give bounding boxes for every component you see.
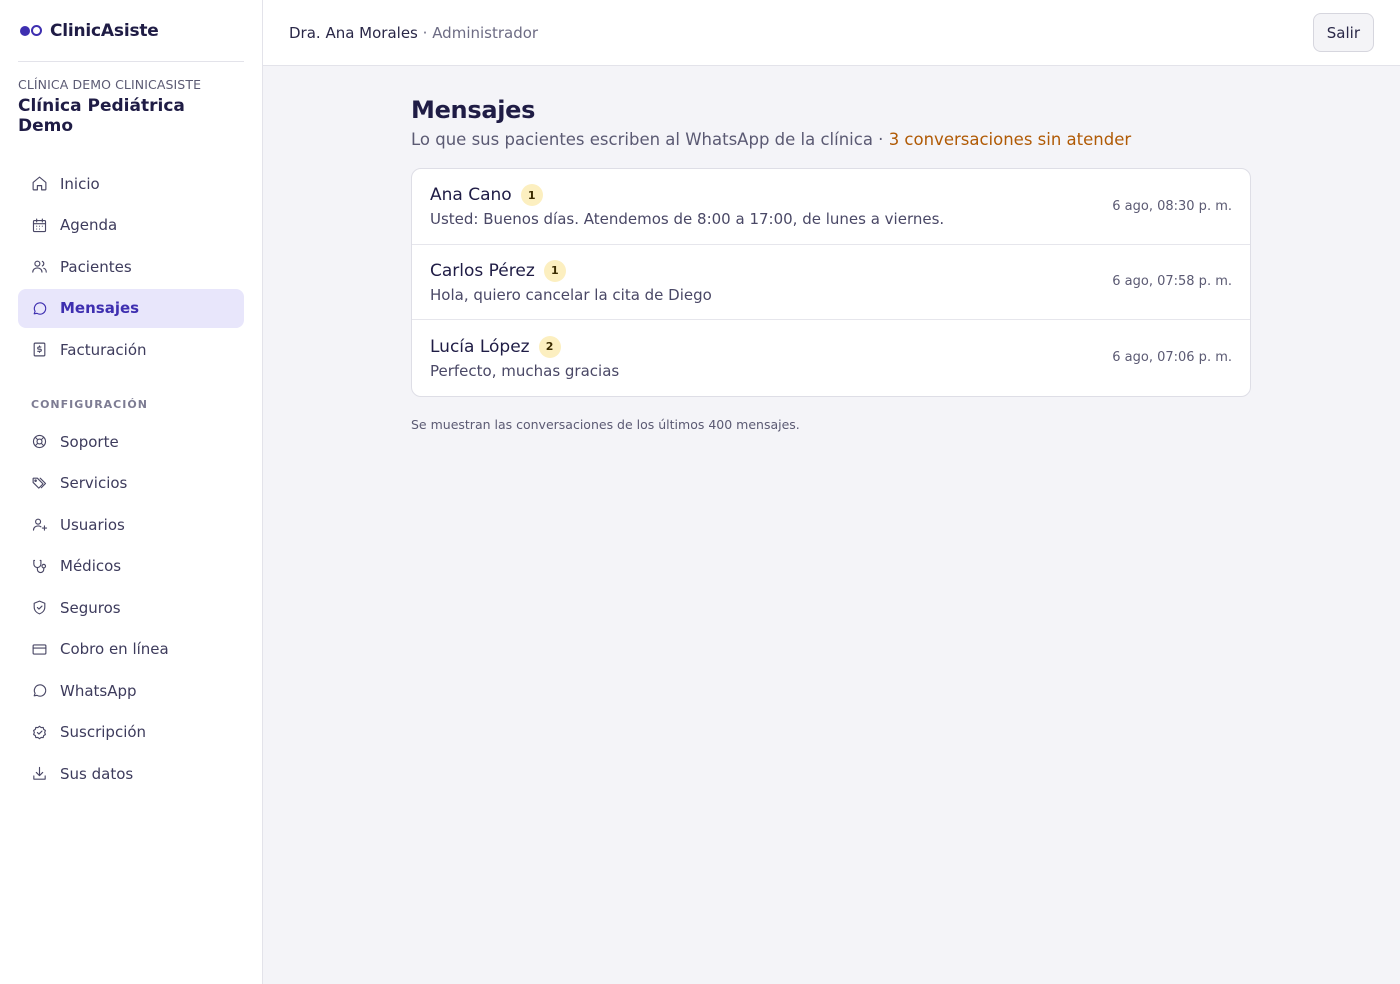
logo-icon xyxy=(20,25,42,36)
main-area: Dra. Ana Morales · Administrador Salir M… xyxy=(263,0,1400,984)
sidebar-item-usuarios[interactable]: Usuarios xyxy=(18,505,244,544)
subtitle-separator: · xyxy=(872,130,889,149)
sidebar-item-label: WhatsApp xyxy=(60,681,137,700)
sidebar-item-suscripcion[interactable]: Suscripción xyxy=(18,713,244,752)
sidebar-item-servicios[interactable]: Servicios xyxy=(18,464,244,503)
message-time: 6 ago, 07:06 p. m. xyxy=(1112,350,1232,366)
user-separator: · xyxy=(417,23,433,42)
sidebar-item-facturacion[interactable]: Facturación xyxy=(18,330,244,369)
sidebar-item-medicos[interactable]: Médicos xyxy=(18,547,244,586)
clinic-caption: CLÍNICA DEMO CLINICASISTE xyxy=(18,77,202,92)
sidebar-item-mensajes[interactable]: Mensajes xyxy=(18,288,244,328)
sidebar-item-agenda[interactable]: Agenda xyxy=(18,206,244,245)
contact-name: Lucía López xyxy=(430,336,530,357)
sidebar-item-label: Médicos xyxy=(60,557,122,575)
contact-name: Carlos Pérez xyxy=(430,260,535,281)
badge-check-icon xyxy=(33,725,46,739)
user-role: Administrador xyxy=(432,23,539,42)
download-icon xyxy=(33,766,46,780)
sidebar-item-seguros[interactable]: Seguros xyxy=(18,588,244,627)
message-preview: Perfecto, muchas gracias xyxy=(430,361,620,380)
subtitle-text: Lo que sus pacientes escriben al WhatsAp… xyxy=(411,130,873,149)
sidebar-item-label: Mensajes xyxy=(60,299,140,317)
sidebar-item-inicio[interactable]: Inicio xyxy=(18,164,244,203)
unread-badge: 2 xyxy=(538,335,561,358)
page-title: Mensajes xyxy=(411,96,536,124)
message-time: 6 ago, 08:30 p. m. xyxy=(1112,198,1232,214)
shield-icon xyxy=(33,600,46,615)
sidebar-item-label: Facturación xyxy=(60,340,147,359)
conversation-list: Ana Cano 1 Usted: Buenos días. Atendemos… xyxy=(411,168,1251,397)
sidebar-item-label: Soporte xyxy=(60,432,119,451)
conversation-info: Carlos Pérez 1 Hola, quiero cancelar la … xyxy=(430,259,712,304)
sidebar-item-label: Seguros xyxy=(60,598,121,617)
sidebar-item-sus-datos[interactable]: Sus datos xyxy=(18,754,244,793)
message-icon xyxy=(33,301,47,315)
pending-count: 3 conversaciones sin atender xyxy=(888,130,1132,149)
conversation-row[interactable]: Ana Cano 1 Usted: Buenos días. Atendemos… xyxy=(412,169,1250,245)
sidebar: ClinicAsiste CLÍNICA DEMO CLINICASISTE C… xyxy=(0,0,263,984)
users-icon xyxy=(32,260,47,273)
sidebar-item-label: Suscripción xyxy=(60,723,147,741)
sidebar-item-pacientes[interactable]: Pacientes xyxy=(18,247,244,286)
config-section-label: CONFIGURACIÓN xyxy=(31,398,148,411)
sidebar-item-soporte[interactable]: Soporte xyxy=(18,422,244,461)
user-name: Dra. Ana Morales xyxy=(289,23,418,42)
messages-page: Mensajes Lo que sus pacientes escriben a… xyxy=(263,66,1400,432)
conversation-row[interactable]: Carlos Pérez 1 Hola, quiero cancelar la … xyxy=(412,245,1250,320)
calendar-icon xyxy=(32,218,47,232)
logout-button[interactable]: Salir xyxy=(1312,13,1374,52)
brand[interactable]: ClinicAsiste xyxy=(18,0,244,62)
message-time: 6 ago, 07:58 p. m. xyxy=(1112,274,1232,290)
lifebuoy-icon xyxy=(32,434,47,449)
sidebar-item-label: Agenda xyxy=(60,216,118,234)
unread-badge: 1 xyxy=(543,259,566,282)
brand-name: ClinicAsiste xyxy=(50,20,159,41)
sidebar-item-label: Cobro en línea xyxy=(60,640,169,658)
sidebar-item-label: Pacientes xyxy=(60,257,132,276)
conversation-info: Ana Cano 1 Usted: Buenos días. Atendemos… xyxy=(430,184,944,228)
sidebar-item-label: Servicios xyxy=(60,474,128,492)
user-plus-icon xyxy=(32,518,48,531)
page-subtitle: Lo que sus pacientes escriben al WhatsAp… xyxy=(411,130,1400,149)
conversation-info: Lucía López 2 Perfecto, muchas gracias xyxy=(430,335,620,380)
message-preview: Hola, quiero cancelar la cita de Diego xyxy=(430,285,712,304)
sidebar-item-cobro-en-linea[interactable]: Cobro en línea xyxy=(18,630,244,669)
invoice-icon xyxy=(33,342,46,357)
unread-badge: 1 xyxy=(520,184,543,207)
contact-name: Ana Cano xyxy=(430,185,512,206)
stethoscope-icon xyxy=(33,559,47,573)
clinic-info: CLÍNICA DEMO CLINICASISTE Clínica Pediát… xyxy=(18,62,244,136)
topbar: Dra. Ana Morales · Administrador Salir xyxy=(263,0,1400,66)
message-icon xyxy=(33,684,47,697)
sidebar-item-label: Sus datos xyxy=(60,764,134,783)
sidebar-item-label: Inicio xyxy=(60,174,100,193)
list-footnote: Se muestran las conversaciones de los úl… xyxy=(411,416,800,432)
conversation-row[interactable]: Lucía López 2 Perfecto, muchas gracias 6… xyxy=(412,320,1250,396)
tags-icon xyxy=(32,477,47,489)
message-preview: Usted: Buenos días. Atendemos de 8:00 a … xyxy=(430,210,945,229)
home-icon xyxy=(32,176,47,191)
sidebar-item-label: Usuarios xyxy=(60,515,125,534)
clinic-name: Clínica Pediátrica Demo xyxy=(18,96,185,136)
current-user: Dra. Ana Morales · Administrador xyxy=(289,24,538,42)
credit-card-icon xyxy=(32,643,47,655)
sidebar-item-whatsapp[interactable]: WhatsApp xyxy=(18,671,244,710)
sidebar-nav: Inicio Agenda Pacientes Mensajes Factura… xyxy=(18,164,244,793)
